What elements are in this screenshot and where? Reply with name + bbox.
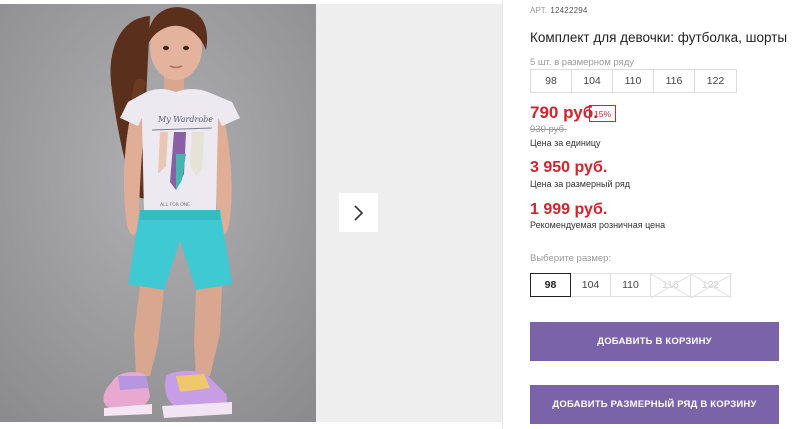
pack-size-item: 110 xyxy=(613,70,654,92)
add-to-cart-button[interactable]: Добавить в корзину xyxy=(530,322,779,361)
size-option-116: 116 xyxy=(650,273,692,298)
size-option-122: 122 xyxy=(690,273,732,298)
chevron-right-icon xyxy=(353,204,363,221)
sku-label: АРТ. xyxy=(530,6,548,15)
gallery-next-button[interactable] xyxy=(339,193,378,232)
unavailable-cross-icon xyxy=(691,274,732,298)
size-select: 98 104 110 116 122 xyxy=(530,273,732,298)
discount-badge: 15% xyxy=(589,105,617,122)
pack-size-list: 98 104 110 116 122 xyxy=(530,69,737,93)
rrp-price-label: Рекомендуемая розничная цена xyxy=(530,220,666,230)
unit-price-label: Цена за единицу xyxy=(530,138,601,148)
unavailable-cross-icon xyxy=(651,274,692,298)
size-option-98[interactable]: 98 xyxy=(530,273,571,297)
pack-size-item: 116 xyxy=(654,70,695,92)
pack-size-label: 5 шт. в размерном ряду xyxy=(530,57,635,68)
pack-price-label: Цена за размерный ряд xyxy=(530,179,631,189)
product-photo[interactable]: My Wardrobe ALL FOR ONE xyxy=(0,4,316,422)
pack-size-item: 98 xyxy=(531,70,572,92)
product-photo-illustration: My Wardrobe ALL FOR ONE xyxy=(0,4,316,422)
pack-size-item: 104 xyxy=(572,70,613,92)
pack-price: 3 950 руб. xyxy=(530,159,608,176)
pack-size-item: 122 xyxy=(706,75,725,87)
svg-text:My Wardrobe: My Wardrobe xyxy=(157,115,213,124)
current-price: 790 руб. xyxy=(530,103,598,122)
product-title: Комплект для девочки: футболка, шорты xyxy=(530,30,788,45)
add-pack-to-cart-button[interactable]: Добавить размерный ряд в корзину xyxy=(530,385,779,424)
old-price: 930 руб. xyxy=(530,124,567,135)
size-option-104[interactable]: 104 xyxy=(570,273,611,297)
size-option-110[interactable]: 110 xyxy=(610,273,651,297)
size-select-label: Выберите размер: xyxy=(530,253,612,264)
svg-text:ALL FOR ONE: ALL FOR ONE xyxy=(160,202,190,208)
layout-divider xyxy=(502,0,503,429)
sku-value: 12422294 xyxy=(550,6,588,15)
rrp-price: 1 999 руб. xyxy=(530,201,608,218)
sku: АРТ. 12422294 xyxy=(530,6,588,15)
product-gallery: My Wardrobe ALL FOR ONE xyxy=(0,0,502,429)
